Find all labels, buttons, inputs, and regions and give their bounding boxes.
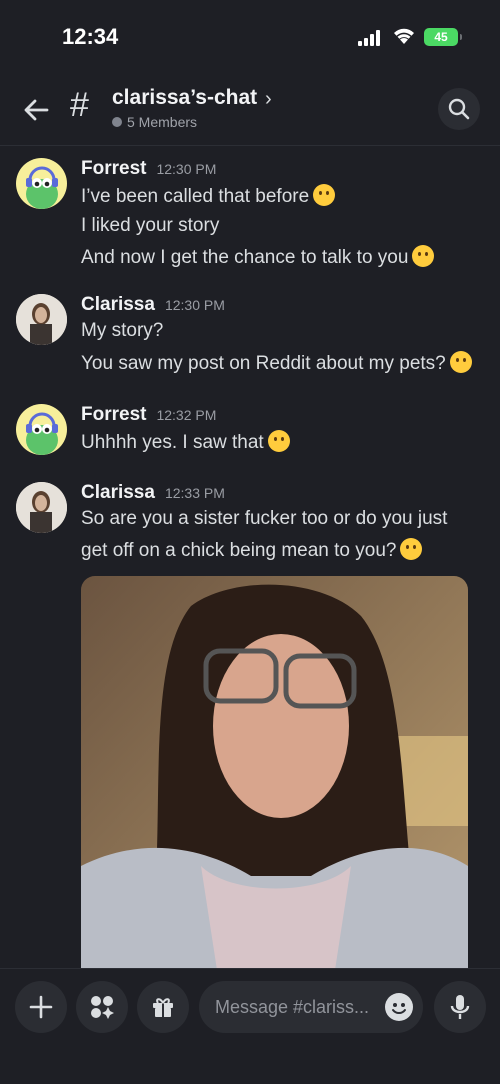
timestamp: 12:32 PM [156,407,217,423]
author-name[interactable]: Forrest [81,404,146,426]
thinking-emoji-icon [400,538,423,560]
chevron-right-icon[interactable]: › [265,88,272,111]
message-text: My story? [81,320,164,341]
battery-indicator: 45 [424,28,462,46]
message-text: I’ve been called that before [81,184,336,208]
apps-button[interactable] [76,981,128,1033]
avatar[interactable] [16,158,67,209]
gift-button[interactable] [137,981,189,1033]
apps-icon [91,996,114,1019]
smirk-emoji-icon [449,351,472,373]
author-name[interactable]: Clarissa [81,482,155,504]
author-name[interactable]: Forrest [81,158,146,180]
microphone-icon [450,995,470,1019]
plus-icon [29,995,53,1019]
member-count: 5 Members [112,114,197,130]
rofl-emoji-icon [313,184,336,206]
avatar[interactable] [16,404,67,455]
add-button[interactable] [15,981,67,1033]
message-text: get off on a chick being mean to you? [81,538,423,562]
timestamp: 12:30 PM [156,161,217,177]
slight-smile-emoji-icon [412,245,435,267]
message-list[interactable]: Forrest 12:30 PM I’ve been called that b… [0,146,500,968]
message-text: So are you a sister fucker too or do you… [81,508,448,529]
member-count-label: 5 Members [127,114,198,130]
timestamp: 12:33 PM [164,485,225,501]
message-header: Forrest 12:30 PM [81,158,216,180]
gift-icon [153,998,173,1017]
channel-header: # clarissa’s-chat › 5 Members [0,78,500,146]
avatar[interactable] [16,482,67,533]
voice-message-button[interactable] [434,981,486,1033]
message-header: Clarissa 12:33 PM [81,482,225,504]
message-text: Uhhhh yes. I saw that [81,430,290,454]
sweat-smile-emoji-icon [267,430,290,452]
attachment-photo [81,576,468,968]
composer-bar: Message #clariss... [0,968,500,1084]
message-text: And now I get the chance to talk to you [81,245,435,269]
image-attachment[interactable] [81,576,468,968]
avatar-image [16,482,67,533]
message-header: Clarissa 12:30 PM [81,294,225,316]
search-icon [448,98,470,120]
status-time: 12:34 [62,24,119,49]
avatar-image [16,294,67,345]
search-button[interactable] [438,88,480,130]
hash-icon: # [70,86,89,124]
message-text: I liked your story [81,215,220,236]
channel-name[interactable]: clarissa’s-chat [112,86,257,110]
message-input-placeholder: Message #clariss... [215,996,370,1017]
timestamp: 12:30 PM [164,297,225,313]
avatar[interactable] [16,294,67,345]
status-bar: 12:34 45 [0,0,500,70]
status-dot [112,117,122,127]
arrow-left-icon [24,99,49,121]
avatar-image [26,166,58,209]
author-name[interactable]: Clarissa [81,294,155,316]
message-header: Forrest 12:32 PM [81,404,216,426]
message-input[interactable]: Message #clariss... [199,981,423,1033]
signal-icon [358,30,384,46]
back-button[interactable] [18,92,54,128]
message-text: You saw my post on Reddit about my pets? [81,351,472,375]
emoji-picker-icon[interactable] [385,993,413,1021]
wifi-icon [394,28,414,44]
avatar-image [26,412,58,455]
